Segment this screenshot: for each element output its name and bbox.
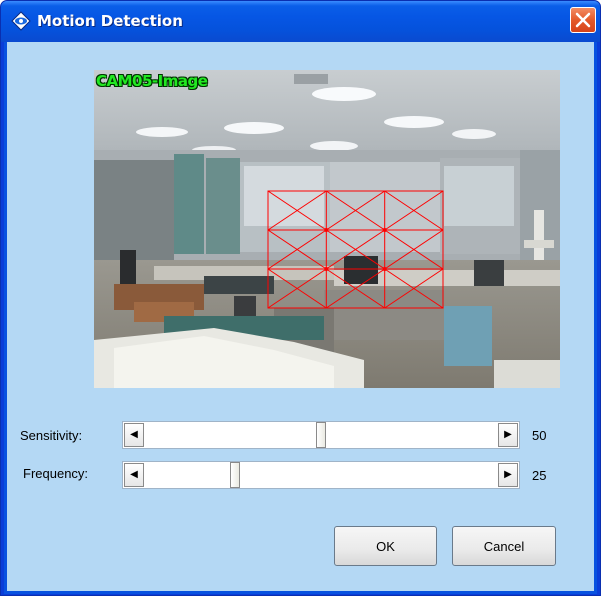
frequency-slider-thumb[interactable] bbox=[230, 462, 240, 488]
ok-button[interactable]: OK bbox=[334, 526, 437, 566]
arrow-left-icon: ◀ bbox=[130, 429, 138, 440]
motion-detection-grid[interactable] bbox=[94, 70, 560, 388]
frequency-increase-button[interactable]: ▶ bbox=[498, 463, 518, 487]
camera-preview[interactable]: CAM05-Image bbox=[94, 70, 560, 388]
close-icon bbox=[575, 12, 591, 28]
dialog-client-area: CAM05-Image Sensitivity: ◀ ▶ 50 Frequenc… bbox=[4, 42, 597, 594]
close-button[interactable] bbox=[570, 7, 596, 33]
frequency-label: Frequency: bbox=[23, 466, 89, 481]
frequency-decrease-button[interactable]: ◀ bbox=[124, 463, 144, 487]
camera-label: CAM05-Image bbox=[96, 72, 208, 90]
sensitivity-label: Sensitivity: bbox=[20, 428, 83, 443]
camera-eye-icon bbox=[11, 11, 31, 31]
title-bar[interactable]: Motion Detection bbox=[1, 1, 600, 42]
sensitivity-slider[interactable]: ◀ ▶ bbox=[122, 421, 520, 449]
sensitivity-increase-button[interactable]: ▶ bbox=[498, 423, 518, 447]
frequency-slider[interactable]: ◀ ▶ bbox=[122, 461, 520, 489]
frequency-value: 25 bbox=[532, 468, 547, 483]
sensitivity-decrease-button[interactable]: ◀ bbox=[124, 423, 144, 447]
arrow-left-icon: ◀ bbox=[130, 469, 138, 480]
sensitivity-value: 50 bbox=[532, 428, 547, 443]
motion-detection-window: Motion Detection CAM05-Image Sensitivity… bbox=[0, 0, 601, 596]
sensitivity-slider-thumb[interactable] bbox=[316, 422, 326, 448]
window-title: Motion Detection bbox=[37, 12, 183, 30]
cancel-button[interactable]: Cancel bbox=[452, 526, 556, 566]
arrow-right-icon: ▶ bbox=[504, 429, 512, 440]
arrow-right-icon: ▶ bbox=[504, 469, 512, 480]
